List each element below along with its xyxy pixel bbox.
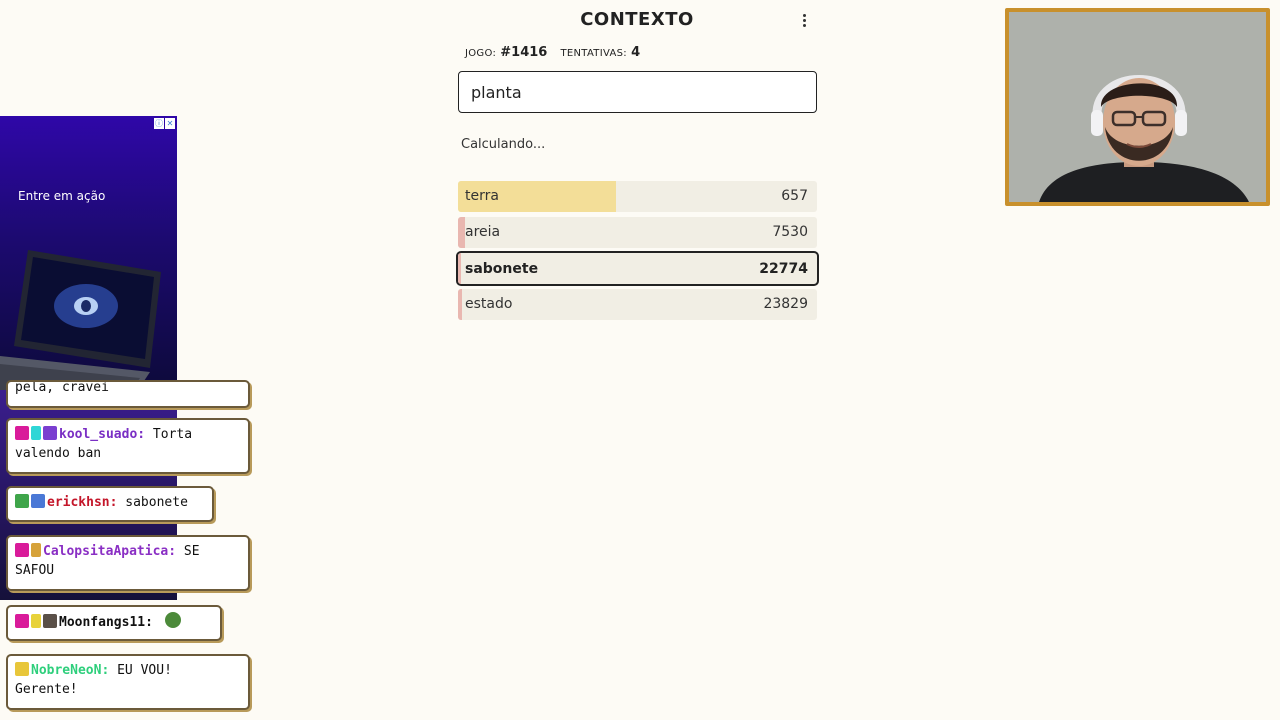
guess-rank: 22774: [759, 261, 808, 277]
blue-badge-icon: [31, 494, 45, 508]
chat-text: sabonete: [125, 495, 188, 510]
chat-text: pela, cravei: [15, 380, 109, 395]
webcam-overlay: [1005, 8, 1270, 206]
guess-row[interactable]: sabonete 22774: [456, 251, 819, 286]
chat-message: NobreNeoN: EU VOU! Gerente!: [6, 654, 250, 710]
game-info: JOGO: #1416 TENTATIVAS: 4: [465, 45, 649, 60]
heart-badge-icon: [15, 426, 29, 440]
tier-badge-icon: [31, 614, 41, 628]
guess-row[interactable]: terra 657: [458, 181, 817, 212]
gold-badge-icon: [15, 662, 29, 676]
guess-row[interactable]: estado 23829: [458, 289, 817, 320]
guess-word: areia: [465, 224, 501, 240]
chat-message: CalopsitaApatica: SE SAFOU: [6, 535, 250, 591]
chat-username[interactable]: kool_suado:: [59, 427, 145, 442]
advertisement[interactable]: ⓘ ✕ Entre em ação: [0, 116, 177, 390]
game-number: #1416: [500, 45, 548, 60]
guess-word: sabonete: [465, 261, 539, 277]
heart-badge-icon: [15, 614, 29, 628]
guess-input[interactable]: [458, 71, 817, 113]
chat-message: pela, cravei: [6, 380, 250, 408]
game-label: JOGO:: [465, 48, 497, 59]
webcam-person-image: [1009, 12, 1266, 202]
pepe-emote-icon: [164, 612, 181, 628]
guess-proximity-bar: [458, 253, 461, 284]
purple-badge-icon: [43, 426, 57, 440]
chat-message: Moonfangs11:: [6, 605, 222, 641]
frog-badge-icon: [15, 494, 29, 508]
chat-username[interactable]: NobreNeoN:: [31, 663, 109, 678]
chat-username[interactable]: Moonfangs11:: [59, 615, 153, 630]
guess-rank: 7530: [772, 224, 808, 240]
guess-rank: 657: [781, 188, 808, 204]
attempts-count: 4: [631, 45, 641, 60]
guess-rank: 23829: [763, 296, 808, 312]
chat-username[interactable]: erickhsn:: [47, 495, 117, 510]
status-text: Calculando...: [461, 137, 546, 152]
heart-badge-icon: [15, 543, 29, 557]
more-options-icon[interactable]: [797, 12, 811, 32]
chat-username[interactable]: CalopsitaApatica:: [43, 544, 176, 559]
laptop-image: [0, 250, 161, 390]
guess-proximity-bar: [458, 289, 462, 320]
tier-badge-icon: [31, 426, 41, 440]
chat-message: kool_suado: Torta valendo ban: [6, 418, 250, 474]
guess-word: estado: [465, 296, 513, 312]
guess-row[interactable]: areia 7530: [458, 217, 817, 248]
tier-badge-icon: [31, 543, 41, 557]
guess-word: terra: [465, 188, 499, 204]
dark-badge-icon: [43, 614, 57, 628]
chat-message: erickhsn: sabonete: [6, 486, 214, 522]
attempts-label: TENTATIVAS:: [560, 48, 627, 59]
